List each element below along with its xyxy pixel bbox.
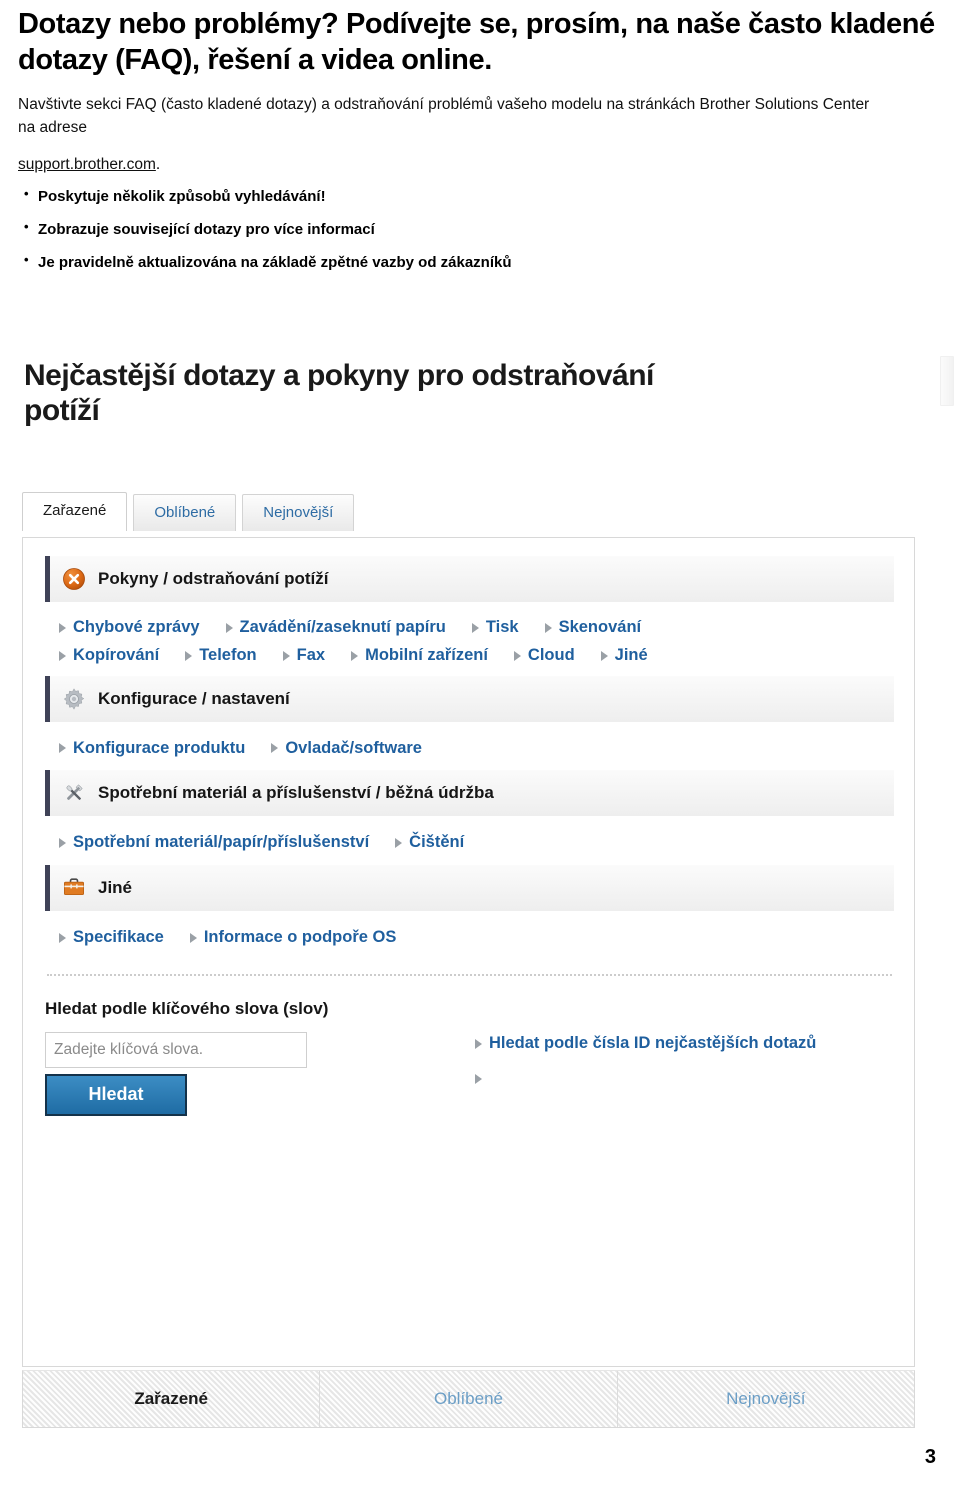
chevron-right-icon [59, 650, 66, 661]
chevron-right-icon [282, 650, 290, 661]
faq-link-kopirovani[interactable]: Kopírování [59, 646, 159, 666]
faq-link-label: Tisk [485, 618, 519, 636]
support-url-link[interactable]: support.brother.com [18, 156, 156, 173]
category-links-row: Chybové zprávy Zavádění/zaseknutí papíru… [45, 606, 894, 638]
category-links-row: Specifikace Informace o podpoře OS [45, 915, 894, 960]
faq-link-specifikace[interactable]: Specifikace [59, 928, 164, 948]
faq-link-label: Spotřební materiál/papír/příslušenství [73, 833, 370, 852]
category-links-row: Konfigurace produktu Ovladač/software [45, 726, 894, 771]
category-header-troubleshooting[interactable]: Pokyny / odstraňování potíží [45, 556, 894, 602]
faq-link-informace-o-podpore-os[interactable]: Informace o podpoře OS [189, 928, 397, 948]
feature-bullet-list: Poskytuje několik způsobů vyhledávání! Z… [18, 185, 938, 274]
faq-link-label: Konfigurace produktu [73, 738, 246, 757]
faq-link-cisteni[interactable]: Čištění [395, 833, 464, 853]
list-item: Zobrazuje související dotazy pro více in… [18, 218, 938, 241]
faq-panel: Pokyny / odstraňování potíží Chybové zpr… [22, 537, 915, 1367]
faq-link-konfigurace-produktu[interactable]: Konfigurace produktu [59, 739, 245, 759]
chevron-right-icon [225, 622, 233, 633]
chevron-right-icon [271, 743, 279, 754]
category-header-other[interactable]: Jiné [45, 865, 894, 912]
page-title: Dotazy nebo problémy? Podívejte se, pros… [18, 8, 935, 77]
category-header-configuration[interactable]: Konfigurace / nastavení [45, 675, 894, 722]
faq-link-label: Chybové zprávy [73, 618, 200, 636]
embedded-website-screenshot: Nejčastější dotazy a pokyny pro odstraňo… [0, 352, 960, 1428]
chevron-right-icon [351, 650, 359, 661]
search-input[interactable] [45, 1031, 307, 1068]
chevron-right-icon [475, 1038, 482, 1049]
tab-zarazene[interactable]: Zařazené [22, 492, 128, 531]
chevron-right-icon [59, 622, 66, 633]
support-url-period: . [155, 156, 161, 173]
faq-link-secondary[interactable] [475, 1072, 868, 1086]
faq-link-label: Fax [296, 645, 326, 664]
list-item: Poskytuje několik způsobů vyhledávání! [18, 185, 938, 208]
chevron-right-icon [59, 838, 66, 849]
chevron-right-icon [59, 743, 66, 754]
chevron-right-icon [544, 622, 552, 633]
chevron-right-icon [185, 650, 193, 661]
intro-paragraph: Navštivte sekci FAQ (často kladené dotaz… [18, 95, 870, 136]
chevron-right-icon [395, 838, 403, 849]
chevron-right-icon [59, 933, 66, 944]
category-title: Jiné [98, 878, 133, 898]
faq-link-hledat-podle-id[interactable]: Hledat podle čísla ID nejčastějších dota… [475, 1034, 868, 1054]
faq-link-telefon[interactable]: Telefon [185, 645, 257, 666]
tools-icon [62, 781, 86, 805]
footer-tab-bar: Zařazené Oblíbené Nejnovější [22, 1370, 915, 1428]
faq-link-fax[interactable]: Fax [282, 645, 326, 666]
footer-tab-nejnovejsi[interactable]: Nejnovější [618, 1371, 914, 1427]
faq-link-label: Informace o podpoře OS [203, 928, 397, 947]
category-header-supplies[interactable]: Spotřební materiál a příslušenství / běž… [45, 770, 894, 817]
faq-site-title: Nejčastější dotazy a pokyny pro odstraňo… [24, 359, 654, 428]
faq-link-label: Telefon [199, 645, 257, 664]
faq-link-spotrebni-material[interactable]: Spotřební materiál/papír/příslušenství [59, 833, 369, 853]
faq-link-label: Skenování [558, 618, 642, 636]
faq-link-label: Čištění [409, 833, 465, 852]
scrollbar[interactable] [940, 356, 954, 406]
gear-icon [62, 687, 86, 711]
footer-tab-oblibene[interactable]: Oblíbené [320, 1371, 618, 1427]
faq-link-label: Kopírování [73, 645, 160, 664]
faq-link-zavadeni-papiru[interactable]: Zavádění/zaseknutí papíru [225, 618, 446, 638]
category-title: Pokyny / odstraňování potíží [98, 569, 329, 588]
faq-link-cloud[interactable]: Cloud [513, 645, 575, 666]
category-links-row: Spotřební materiál/papír/příslušenství Č… [45, 820, 894, 865]
keyword-search-right: Hledat podle čísla ID nejčastějších dota… [475, 998, 894, 1116]
chevron-right-icon [513, 650, 521, 661]
faq-link-chybove-zpravy[interactable]: Chybové zprávy [59, 618, 200, 638]
chevron-right-icon [189, 933, 197, 944]
tab-oblibene[interactable]: Oblíbené [133, 494, 237, 531]
footer-tab-zarazene[interactable]: Zařazené [23, 1371, 321, 1427]
support-url-line: support.brother.com. [18, 153, 938, 176]
faq-link-label: Mobilní zařízení [365, 645, 488, 664]
keyword-search-label: Hledat podle klíčového slova (slov) [45, 998, 329, 1018]
faq-link-label: Jiné [614, 645, 648, 664]
category-title: Spotřební materiál a příslušenství / běž… [98, 783, 494, 803]
faq-link-label: Specifikace [73, 928, 164, 947]
chevron-right-icon [471, 622, 479, 633]
document-text-region: Dotazy nebo problémy? Podívejte se, pros… [0, 0, 960, 285]
category-links-row: Kopírování Telefon Fax Mobilní zařízení … [45, 638, 894, 676]
category-title: Konfigurace / nastavení [98, 688, 290, 708]
faq-link-label: Cloud [527, 645, 575, 664]
keyword-search-left: Hledat podle klíčového slova (slov) Hled… [45, 998, 475, 1116]
faq-link-ovladac-software[interactable]: Ovladač/software [271, 739, 422, 759]
chevron-right-icon [600, 650, 608, 661]
keyword-search-section: Hledat podle klíčového slova (slov) Hled… [45, 976, 894, 1116]
faq-link-jine[interactable]: Jiné [600, 645, 648, 666]
faq-link-label: Zavádění/zaseknutí papíru [239, 618, 446, 636]
faq-link-tisk[interactable]: Tisk [471, 618, 519, 638]
list-item: Je pravidelně aktualizována na základě z… [18, 251, 938, 274]
tab-nejnovejsi[interactable]: Nejnovější [242, 494, 355, 531]
error-circle-icon [62, 567, 86, 591]
faq-link-label: Ovladač/software [285, 738, 422, 757]
faq-link-label: Hledat podle čísla ID nejčastějších dota… [489, 1033, 817, 1052]
page-number: 3 [924, 1446, 936, 1468]
faq-link-mobilni-zarizeni[interactable]: Mobilní zařízení [351, 646, 488, 666]
chevron-right-icon [475, 1073, 482, 1084]
search-button[interactable]: Hledat [45, 1073, 187, 1116]
briefcase-icon [62, 876, 86, 900]
tab-bar: Zařazené Oblíbené Nejnovější [22, 492, 355, 531]
faq-link-skenovani[interactable]: Skenování [544, 618, 642, 638]
